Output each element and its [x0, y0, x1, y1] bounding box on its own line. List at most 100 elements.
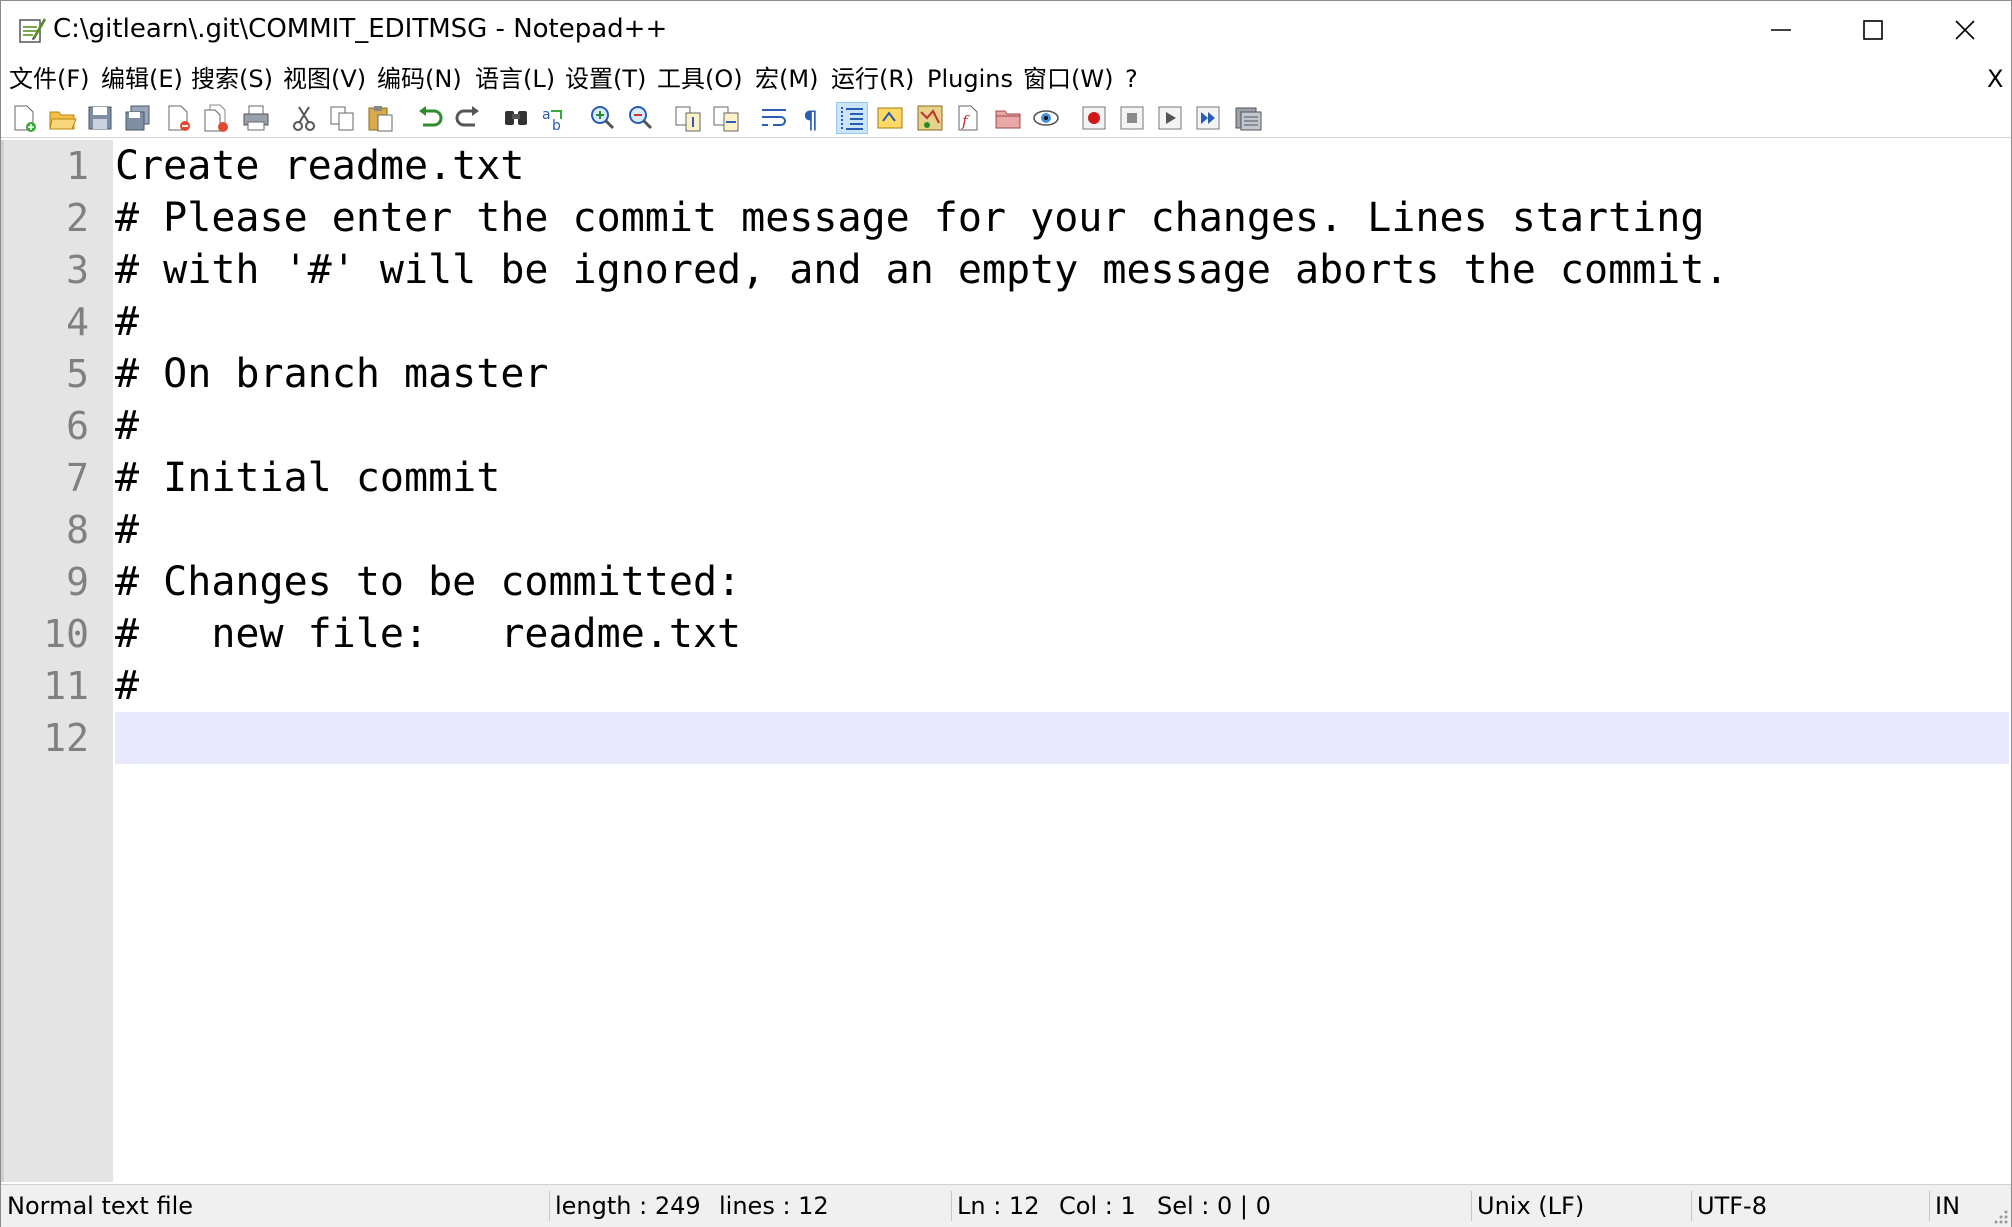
new-file-button[interactable] [9, 103, 39, 133]
replace-button[interactable]: ab [539, 103, 569, 133]
stop-record-button[interactable] [1117, 103, 1147, 133]
sync-vertical-icon [675, 106, 701, 132]
minimize-icon [1771, 28, 1791, 31]
undo-button[interactable] [415, 103, 445, 133]
line-number: 12 [43, 716, 89, 760]
word-wrap-button[interactable] [759, 103, 789, 133]
line-number: 11 [43, 664, 89, 708]
find-button[interactable] [501, 103, 531, 133]
toolbar: ab ¶ f [1, 99, 2011, 138]
code-line[interactable]: # Please enter the commit message for yo… [115, 192, 1704, 244]
resize-grip-icon[interactable] [1991, 1207, 2009, 1225]
menu-language[interactable]: 语言(L) [475, 61, 555, 97]
code-line[interactable]: Create readme.txt [115, 140, 524, 192]
copy-button[interactable] [327, 103, 357, 133]
user-language-icon [877, 107, 903, 129]
menu-view[interactable]: 视图(V) [283, 61, 366, 97]
code-line[interactable]: # new file: readme.txt [115, 608, 741, 660]
menu-encoding[interactable]: 编码(N) [377, 61, 462, 97]
play-macro-button[interactable] [1155, 103, 1185, 133]
save-all-button[interactable] [123, 103, 153, 133]
code-line[interactable]: # Initial commit [115, 452, 500, 504]
sync-horizontal-icon [713, 106, 739, 132]
code-line[interactable]: # with '#' will be ignored, and an empty… [115, 244, 1729, 296]
menu-search[interactable]: 搜索(S) [191, 61, 273, 97]
status-separator [1691, 1191, 1692, 1221]
new-file-icon [14, 105, 36, 132]
close-file-button[interactable] [163, 103, 193, 133]
run-macro-multiple-icon [1196, 106, 1220, 130]
maximize-button[interactable] [1827, 1, 1919, 58]
code-line[interactable]: # On branch master [115, 348, 548, 400]
code-line[interactable]: # [115, 504, 139, 556]
redo-button[interactable] [453, 103, 483, 133]
cut-button[interactable] [289, 103, 319, 133]
line-number: 8 [66, 508, 89, 552]
save-icon [88, 106, 112, 130]
close-button[interactable] [1919, 1, 2011, 58]
notepadpp-app-icon[interactable] [17, 15, 47, 45]
sync-vertical-button[interactable] [673, 103, 703, 133]
save-macro-button[interactable] [1233, 103, 1263, 133]
record-macro-icon [1082, 106, 1106, 130]
zoom-out-icon [629, 106, 653, 130]
line-number: 5 [66, 352, 89, 396]
open-file-icon [49, 111, 77, 130]
undo-icon [419, 106, 443, 127]
zoom-in-icon [591, 106, 615, 130]
folder-workspace-button[interactable] [993, 103, 1023, 133]
user-language-button[interactable] [875, 103, 905, 133]
save-button[interactable] [85, 103, 115, 133]
open-file-button[interactable] [47, 103, 77, 133]
record-macro-button[interactable] [1079, 103, 1109, 133]
status-eol: Unix (LF) [1477, 1192, 1585, 1220]
menu-window[interactable]: 窗口(W) [1023, 61, 1113, 97]
code-line[interactable]: # Changes to be committed: [115, 556, 741, 608]
line-number: 1 [66, 144, 89, 188]
menu-edit[interactable]: 编辑(E) [101, 61, 183, 97]
code-line[interactable]: # [115, 660, 139, 712]
menu-help[interactable]: ? [1125, 61, 1138, 97]
menu-run[interactable]: 运行(R) [831, 61, 914, 97]
editor[interactable]: 1 2 3 4 5 6 7 8 9 10 11 12 Create readme… [1, 140, 2011, 1182]
title-bar[interactable]: C:\gitlearn\.git\COMMIT_EDITMSG - Notepa… [1, 1, 2011, 58]
run-macro-multiple-button[interactable] [1193, 103, 1223, 133]
status-sel: Sel : 0 | 0 [1157, 1192, 1271, 1220]
close-document-button[interactable]: X [1987, 61, 2003, 97]
function-list-button[interactable]: f [953, 103, 983, 133]
indent-guide-button[interactable] [836, 102, 868, 134]
line-number: 3 [66, 248, 89, 292]
document-map-button[interactable] [915, 103, 945, 133]
indent-guide-icon [841, 107, 863, 130]
minimize-button[interactable] [1735, 1, 1827, 58]
replace-icon: ab [542, 107, 562, 133]
status-separator [951, 1191, 952, 1221]
zoom-out-button[interactable] [625, 103, 655, 133]
code-line[interactable]: # [115, 296, 139, 348]
menu-file[interactable]: 文件(F) [9, 61, 90, 97]
close-icon [1955, 19, 1975, 40]
menu-tools[interactable]: 工具(O) [657, 61, 743, 97]
status-bar: Normal text file length : 249 lines : 12… [1, 1184, 2011, 1227]
menu-plugins[interactable]: Plugins [927, 61, 1013, 97]
word-wrap-icon [762, 109, 786, 126]
close-all-button[interactable] [201, 103, 231, 133]
save-all-icon [125, 105, 150, 131]
save-macro-icon [1235, 107, 1262, 131]
status-separator [1471, 1191, 1472, 1221]
sync-horizontal-button[interactable] [711, 103, 741, 133]
paste-button[interactable] [365, 103, 395, 133]
status-encoding: UTF-8 [1697, 1192, 1767, 1220]
play-macro-icon [1158, 106, 1182, 130]
zoom-in-button[interactable] [587, 103, 617, 133]
monitoring-button[interactable] [1031, 103, 1061, 133]
menu-macro[interactable]: 宏(M) [755, 61, 818, 97]
redo-icon [455, 106, 479, 127]
print-button[interactable] [241, 103, 271, 133]
line-number: 9 [66, 560, 89, 604]
line-number: 2 [66, 196, 89, 240]
show-all-chars-button[interactable]: ¶ [797, 103, 827, 133]
line-number: 4 [66, 300, 89, 344]
code-line[interactable]: # [115, 400, 139, 452]
menu-settings[interactable]: 设置(T) [565, 61, 646, 97]
